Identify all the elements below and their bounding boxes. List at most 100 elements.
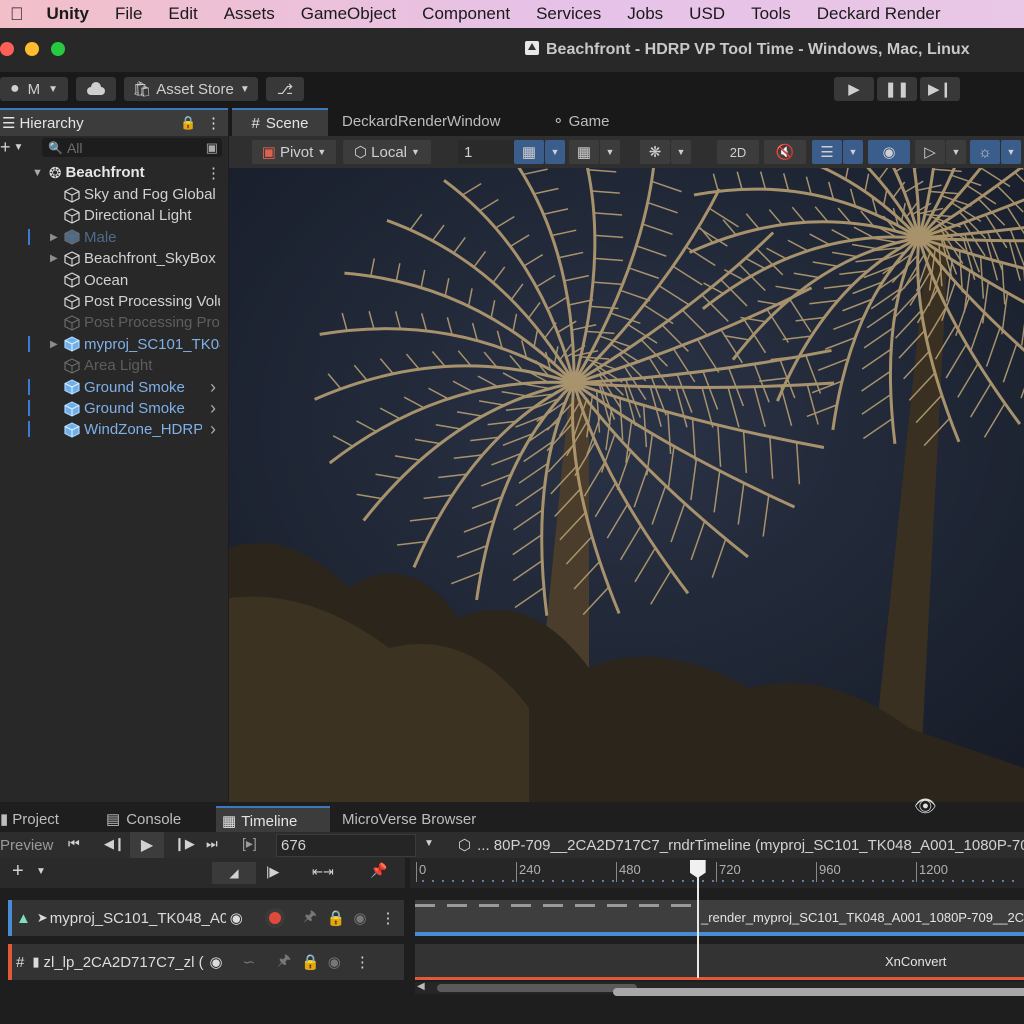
record-button[interactable] [264,908,285,928]
pin-icon[interactable]: 🖈 [277,950,291,975]
menu-deckard-render[interactable]: Deckard Render [804,4,954,24]
add-track-button[interactable]: + [12,860,24,883]
scrollbar-overlay-thumb[interactable] [613,988,1024,996]
increment-snap-toggle[interactable]: ▦ [569,140,599,164]
kebab-menu-icon[interactable]: ⋮ [355,953,370,971]
lock-icon[interactable]: 🔒 [180,115,196,131]
menu-services[interactable]: Services [523,4,614,24]
pause-button[interactable]: ❚❚ [877,77,917,101]
pin-icon[interactable]: 🖈 [303,906,317,931]
gizmos-dropdown[interactable]: ▼ [1001,140,1021,164]
camera-dropdown[interactable]: ▼ [946,140,966,164]
cloud-button[interactable] [76,77,116,101]
goto-start-icon[interactable]: ⏮ [68,836,80,852]
expand-arrow-icon[interactable]: ▶ [50,232,64,243]
increment-snap-dropdown[interactable]: ▼ [600,140,620,164]
menu-gameobject[interactable]: GameObject [288,4,409,24]
tab-game[interactable]: ⚬ Game [552,108,609,134]
scrollbar-thumb[interactable] [437,984,637,992]
frame-input[interactable]: 676 [276,834,416,857]
eye-icon[interactable]: 👁 [914,796,937,817]
effects-dropdown[interactable]: ▼ [843,140,863,164]
menu-unity[interactable]: Unity [34,4,103,24]
tab-microverse-browser[interactable]: MicroVerse Browser [342,806,476,832]
track-signal[interactable]: # ▮ zl_lp_2CA2D717C7_zl (Signal Emitter)… [8,944,404,980]
goto-end-icon[interactable]: ⏭ [206,836,218,852]
tab-timeline[interactable]: ▦ Timeline [216,806,330,834]
zoom-window-button[interactable] [51,42,65,56]
snap-playhead-icon[interactable]: |▶ [266,864,279,880]
kebab-menu-icon[interactable]: ⋮ [206,164,221,182]
grid-snap-dropdown[interactable]: ▼ [545,140,565,164]
audio-toggle[interactable]: 🔇 [764,140,806,164]
search-filter-icon[interactable]: ▣ [206,140,218,156]
scene-viewport[interactable] [229,168,1024,802]
hierarchy-item[interactable]: Sky and Fog Global Volume [0,184,228,205]
preview-toggle[interactable]: Preview [0,834,53,856]
effects-toggle[interactable]: ☰ [812,140,842,164]
grid-snap-toggle[interactable]: ▦ [514,140,544,164]
expand-arrow-icon[interactable]: ▶ [50,339,64,350]
account-dropdown[interactable]: ● M ▼ [0,77,68,101]
camera-button[interactable]: ▷ [915,140,945,164]
target-icon[interactable]: ◉ [230,909,243,927]
menu-edit[interactable]: Edit [155,4,210,24]
tab-deckard-render-window[interactable]: DeckardRenderWindow [342,108,500,134]
frame-format-dropdown[interactable]: ▼ [424,838,434,849]
apple-icon[interactable]:  [0,4,34,25]
timeline-clip-render[interactable]: _render_myproj_SC101_TK048_A001_1080P-70… [415,900,1024,936]
step-button[interactable]: ▶❙ [920,77,960,101]
play-range-icon[interactable]: [▸] [242,835,257,852]
menu-component[interactable]: Component [409,4,523,24]
hierarchy-search-input[interactable]: 🔍 All ▣ [42,138,222,157]
target-icon[interactable]: ◉ [210,953,223,971]
hierarchy-item[interactable]: Directional Light [0,205,228,226]
eye-icon[interactable]: ◉ [353,909,366,927]
hierarchy-item[interactable]: Area Light [0,355,228,376]
tab-project[interactable]: ▮ Project [0,806,59,832]
menu-file[interactable]: File [102,4,155,24]
hierarchy-item[interactable]: ▶ myproj_SC101_TK048 [0,334,228,355]
local-dropdown[interactable]: ⬡ Local ▼ [343,140,431,164]
kebab-menu-icon[interactable]: ⋮ [381,909,396,927]
play-button[interactable]: ▶ [834,77,874,101]
tab-scene[interactable]: # Scene [232,108,328,136]
curve-icon[interactable]: ∽ [243,953,256,971]
scroll-left-icon[interactable]: ◀ [417,981,425,992]
render-mode-dropdown[interactable]: ▼ [671,140,691,164]
hierarchy-item[interactable]: WindZone_HDRP › [0,419,228,440]
expand-arrow-icon[interactable]: ▼ [32,167,43,179]
open-prefab-arrow-icon[interactable]: › [210,377,216,398]
track-animation[interactable]: ▲ ➤ myproj_SC101_TK048_A001 ◉ 🖈 🔒 ◉ ⋮ [8,900,404,936]
chevron-down-icon[interactable]: ▼ [36,866,46,877]
hierarchy-item[interactable]: Ocean [0,270,228,291]
pivot-dropdown[interactable]: ▣ Pivot ▼ [252,140,336,164]
pin-icon[interactable]: 📌 [370,862,387,879]
create-dropdown[interactable]: + ▼ [0,136,36,158]
lock-icon[interactable]: 🔒 [327,909,346,927]
tab-hierarchy[interactable]: ☰ Hierarchy 🔒 ⋮ [0,108,228,136]
menu-tools[interactable]: Tools [738,4,804,24]
grid-size-input[interactable]: 1 [458,140,516,164]
open-prefab-arrow-icon[interactable]: › [210,398,216,419]
open-prefab-arrow-icon[interactable]: › [210,419,216,440]
toggle-2d-button[interactable]: 2D [717,140,759,164]
hierarchy-item[interactable]: Post Processing Profile [0,312,228,333]
expand-arrow-icon[interactable]: ▶ [50,253,64,264]
asset-store-button[interactable]: 🛍 Asset Store ▼ [124,77,258,101]
curves-toggle[interactable]: ◢ [212,862,256,884]
timeline-play-button[interactable]: ▶ [130,832,164,858]
hierarchy-item[interactable]: ▶ Beachfront_SkyBox [0,248,228,269]
menu-jobs[interactable]: Jobs [614,4,676,24]
render-mode-button[interactable]: ❋ [640,140,670,164]
hierarchy-item[interactable]: Ground Smoke › [0,377,228,398]
edit-mode-icon[interactable]: ⇤⇥ [312,864,334,880]
gizmos-toggle[interactable]: ☼ [970,140,1000,164]
tab-console[interactable]: ▤ Console [106,806,181,832]
lock-icon[interactable]: 🔒 [301,953,320,971]
hierarchy-scene-root[interactable]: ▼ ❂ Beachfront ⋮ [0,162,228,183]
timeline-playhead[interactable] [689,860,706,978]
hierarchy-item[interactable]: Ground Smoke › [0,398,228,419]
scene-visibility-toggle[interactable]: ◉ [868,140,910,164]
minimize-window-button[interactable] [25,42,39,56]
